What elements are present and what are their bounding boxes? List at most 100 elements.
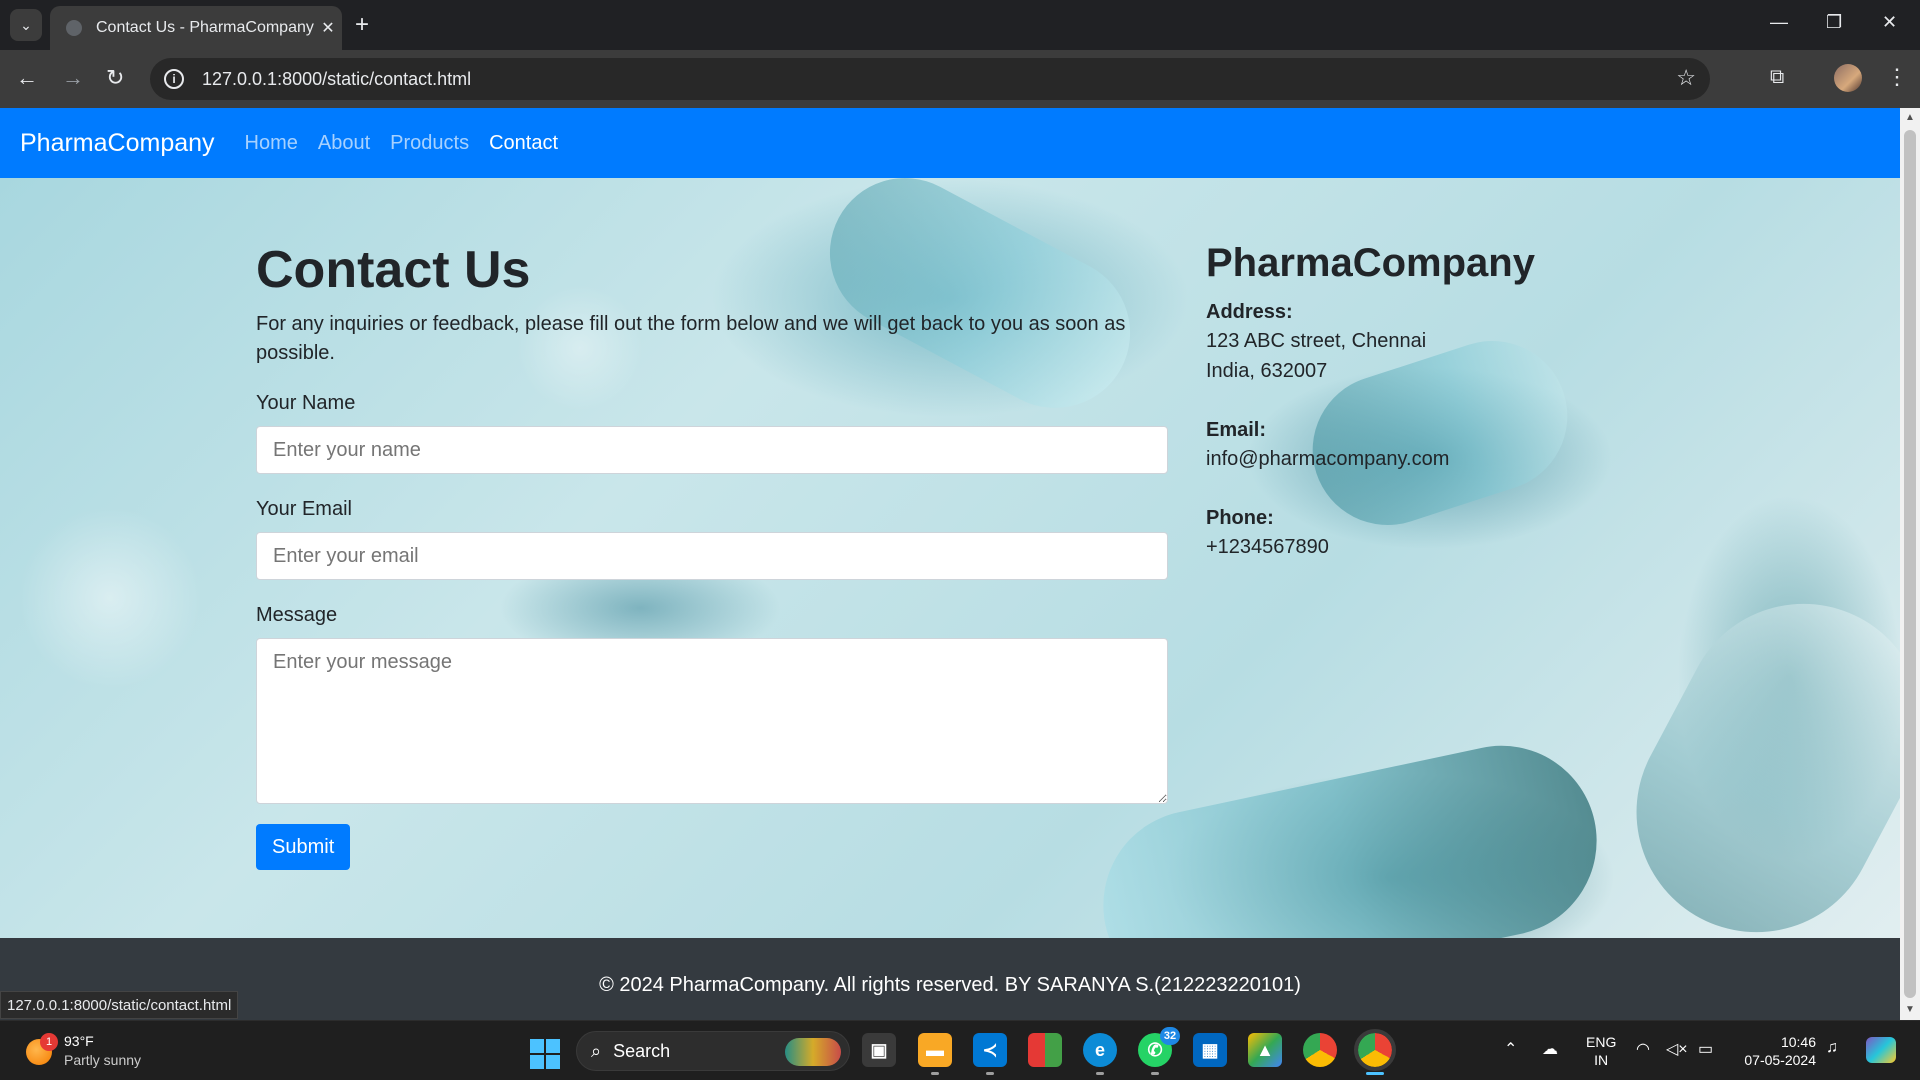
close-icon: ✕ <box>1882 12 1898 32</box>
start-button[interactable] <box>530 1039 560 1069</box>
volume-button[interactable]: ◁× <box>1666 1039 1688 1059</box>
browser-tab-bar: ⌄ Contact Us - PharmaCompany ✕ + — ❐ ✕ <box>0 0 1920 50</box>
language-indicator[interactable]: ENG IN <box>1586 1033 1616 1069</box>
windows-taskbar: 1 93°F Partly sunny ⌕ Search ▣ ▬ ≺ e ✆ 32… <box>0 1020 1920 1080</box>
new-tab-button[interactable]: + <box>355 12 369 38</box>
menu-button[interactable]: ⋮ <box>1886 64 1908 90</box>
edge-icon: e <box>1094 1039 1105 1060</box>
browser-tab[interactable]: Contact Us - PharmaCompany ✕ <box>50 6 342 50</box>
email-label: Your Email <box>256 498 352 520</box>
edge-button[interactable]: e <box>1083 1033 1117 1075</box>
cloud-icon: ☁ <box>1542 1041 1558 1058</box>
lang-line-1: ENG <box>1586 1034 1617 1050</box>
plus-icon: + <box>355 11 370 38</box>
close-window-button[interactable]: ✕ <box>1882 12 1897 33</box>
contact-info-column: PharmaCompany Address: 123 ABC street, C… <box>1206 240 1606 562</box>
weather-condition: Partly sunny <box>64 1052 142 1068</box>
navbar-brand[interactable]: PharmaCompany <box>20 129 215 158</box>
page-viewport: PharmaCompany Home About Products Contac… <box>0 108 1900 1020</box>
url-text: 127.0.0.1:8000/static/contact.html <box>202 68 472 89</box>
close-icon[interactable]: ✕ <box>314 18 342 38</box>
submit-button[interactable]: Submit <box>256 824 351 870</box>
globe-icon <box>66 20 82 36</box>
more-vertical-icon: ⋮ <box>1886 64 1908 89</box>
forward-button[interactable]: → <box>62 66 84 90</box>
office-button[interactable] <box>1028 1033 1062 1067</box>
phone-value: +1234567890 <box>1206 536 1329 558</box>
nav-link-about[interactable]: About <box>318 132 370 155</box>
arrow-right-icon: → <box>62 65 84 90</box>
info-icon[interactable]: i <box>164 69 184 89</box>
company-title: PharmaCompany <box>1206 241 1535 285</box>
volume-muted-icon: ◁× <box>1666 1041 1688 1058</box>
drive-icon: ▲ <box>1256 1039 1274 1060</box>
whatsapp-button[interactable]: ✆ 32 <box>1138 1027 1180 1075</box>
weather-widget[interactable]: 1 93°F Partly sunny <box>24 1031 194 1071</box>
tab-search-button[interactable]: ⌄ <box>10 9 42 41</box>
page-title: Contact Us <box>256 241 531 299</box>
puzzle-icon: ⧉ <box>1770 66 1785 88</box>
wifi-button[interactable]: ◠ <box>1636 1039 1650 1059</box>
profile-avatar[interactable] <box>1834 64 1862 92</box>
page-scrollbar[interactable]: ▲ ▼ <box>1900 108 1920 1020</box>
drive-button[interactable]: ▲ <box>1248 1033 1282 1067</box>
store-button[interactable]: ▦ <box>1193 1033 1227 1067</box>
folder-icon: ▬ <box>926 1039 944 1060</box>
message-textarea[interactable] <box>256 638 1168 804</box>
file-explorer-button[interactable]: ▬ <box>918 1033 952 1075</box>
onedrive-button[interactable]: ☁ <box>1542 1039 1558 1059</box>
address-label: Address: <box>1206 301 1293 323</box>
email-info-label: Email: <box>1206 419 1267 441</box>
taskbar-clock[interactable]: 10:46 07-05-2024 <box>1736 1033 1816 1069</box>
vscode-button[interactable]: ≺ <box>973 1033 1007 1075</box>
link-status-bubble: 127.0.0.1:8000/static/contact.html <box>0 991 239 1019</box>
taskbar-search[interactable]: ⌕ Search <box>576 1031 850 1071</box>
store-icon: ▦ <box>1201 1039 1219 1060</box>
contact-hero: Contact Us For any inquiries or feedback… <box>0 178 1900 938</box>
star-icon[interactable]: ☆ <box>1676 65 1696 91</box>
address-line-1: 123 ABC street, Chennai <box>1206 330 1427 352</box>
nav-link-products[interactable]: Products <box>390 132 469 155</box>
lang-line-2: IN <box>1594 1052 1609 1068</box>
battery-icon: ▭ <box>1698 1041 1714 1058</box>
scroll-down-icon[interactable]: ▼ <box>1905 1004 1915 1015</box>
taskbar-search-label: Search <box>613 1040 671 1061</box>
clock-time: 10:46 <box>1780 1034 1816 1050</box>
back-button[interactable]: ← <box>16 66 38 90</box>
name-label: Your Name <box>256 392 356 414</box>
scrollbar-thumb[interactable] <box>1904 130 1916 998</box>
extensions-button[interactable]: ⧉ <box>1770 66 1784 89</box>
notifications-button[interactable]: ♫ <box>1826 1039 1838 1057</box>
name-input[interactable] <box>256 426 1168 474</box>
copilot-button[interactable] <box>1866 1037 1896 1063</box>
task-view-button[interactable]: ▣ <box>862 1033 896 1067</box>
scroll-up-icon[interactable]: ▲ <box>1905 112 1915 123</box>
chevron-down-icon: ⌄ <box>20 16 32 33</box>
chrome-button[interactable] <box>1303 1033 1337 1067</box>
address-bar[interactable]: i 127.0.0.1:8000/static/contact.html ☆ <box>150 58 1710 100</box>
reload-icon: ↻ <box>106 65 125 90</box>
chrome-active-button[interactable] <box>1354 1029 1396 1075</box>
browser-toolbar: ← → ↻ i 127.0.0.1:8000/static/contact.ht… <box>0 50 1920 108</box>
wifi-icon: ◠ <box>1636 1041 1650 1058</box>
whatsapp-icon: ✆ <box>1147 1039 1163 1060</box>
nav-link-home[interactable]: Home <box>245 132 298 155</box>
chevron-up-icon: ⌃ <box>1504 1041 1518 1058</box>
restore-button[interactable]: ❐ <box>1826 12 1842 33</box>
bell-icon: ♫ <box>1826 1039 1838 1056</box>
address-line-2: India, 632007 <box>1206 360 1328 382</box>
reload-button[interactable]: ↻ <box>106 66 124 90</box>
battery-button[interactable]: ▭ <box>1698 1039 1713 1059</box>
notification-badge: 1 <box>40 1033 58 1051</box>
footer-text: © 2024 PharmaCompany. All rights reserve… <box>599 973 1301 996</box>
tray-overflow-button[interactable]: ⌃ <box>1504 1039 1517 1059</box>
nav-link-contact[interactable]: Contact <box>489 132 558 155</box>
email-input[interactable] <box>256 532 1168 580</box>
minimize-button[interactable]: — <box>1770 12 1788 33</box>
contact-form-column: Contact Us For any inquiries or feedback… <box>256 240 1168 870</box>
whatsapp-badge: 32 <box>1160 1027 1180 1045</box>
windows-logo-icon <box>530 1039 544 1053</box>
clock-date: 07-05-2024 <box>1744 1052 1816 1068</box>
search-icon: ⌕ <box>591 1040 602 1061</box>
intro-text: For any inquiries or feedback, please fi… <box>256 313 1126 364</box>
